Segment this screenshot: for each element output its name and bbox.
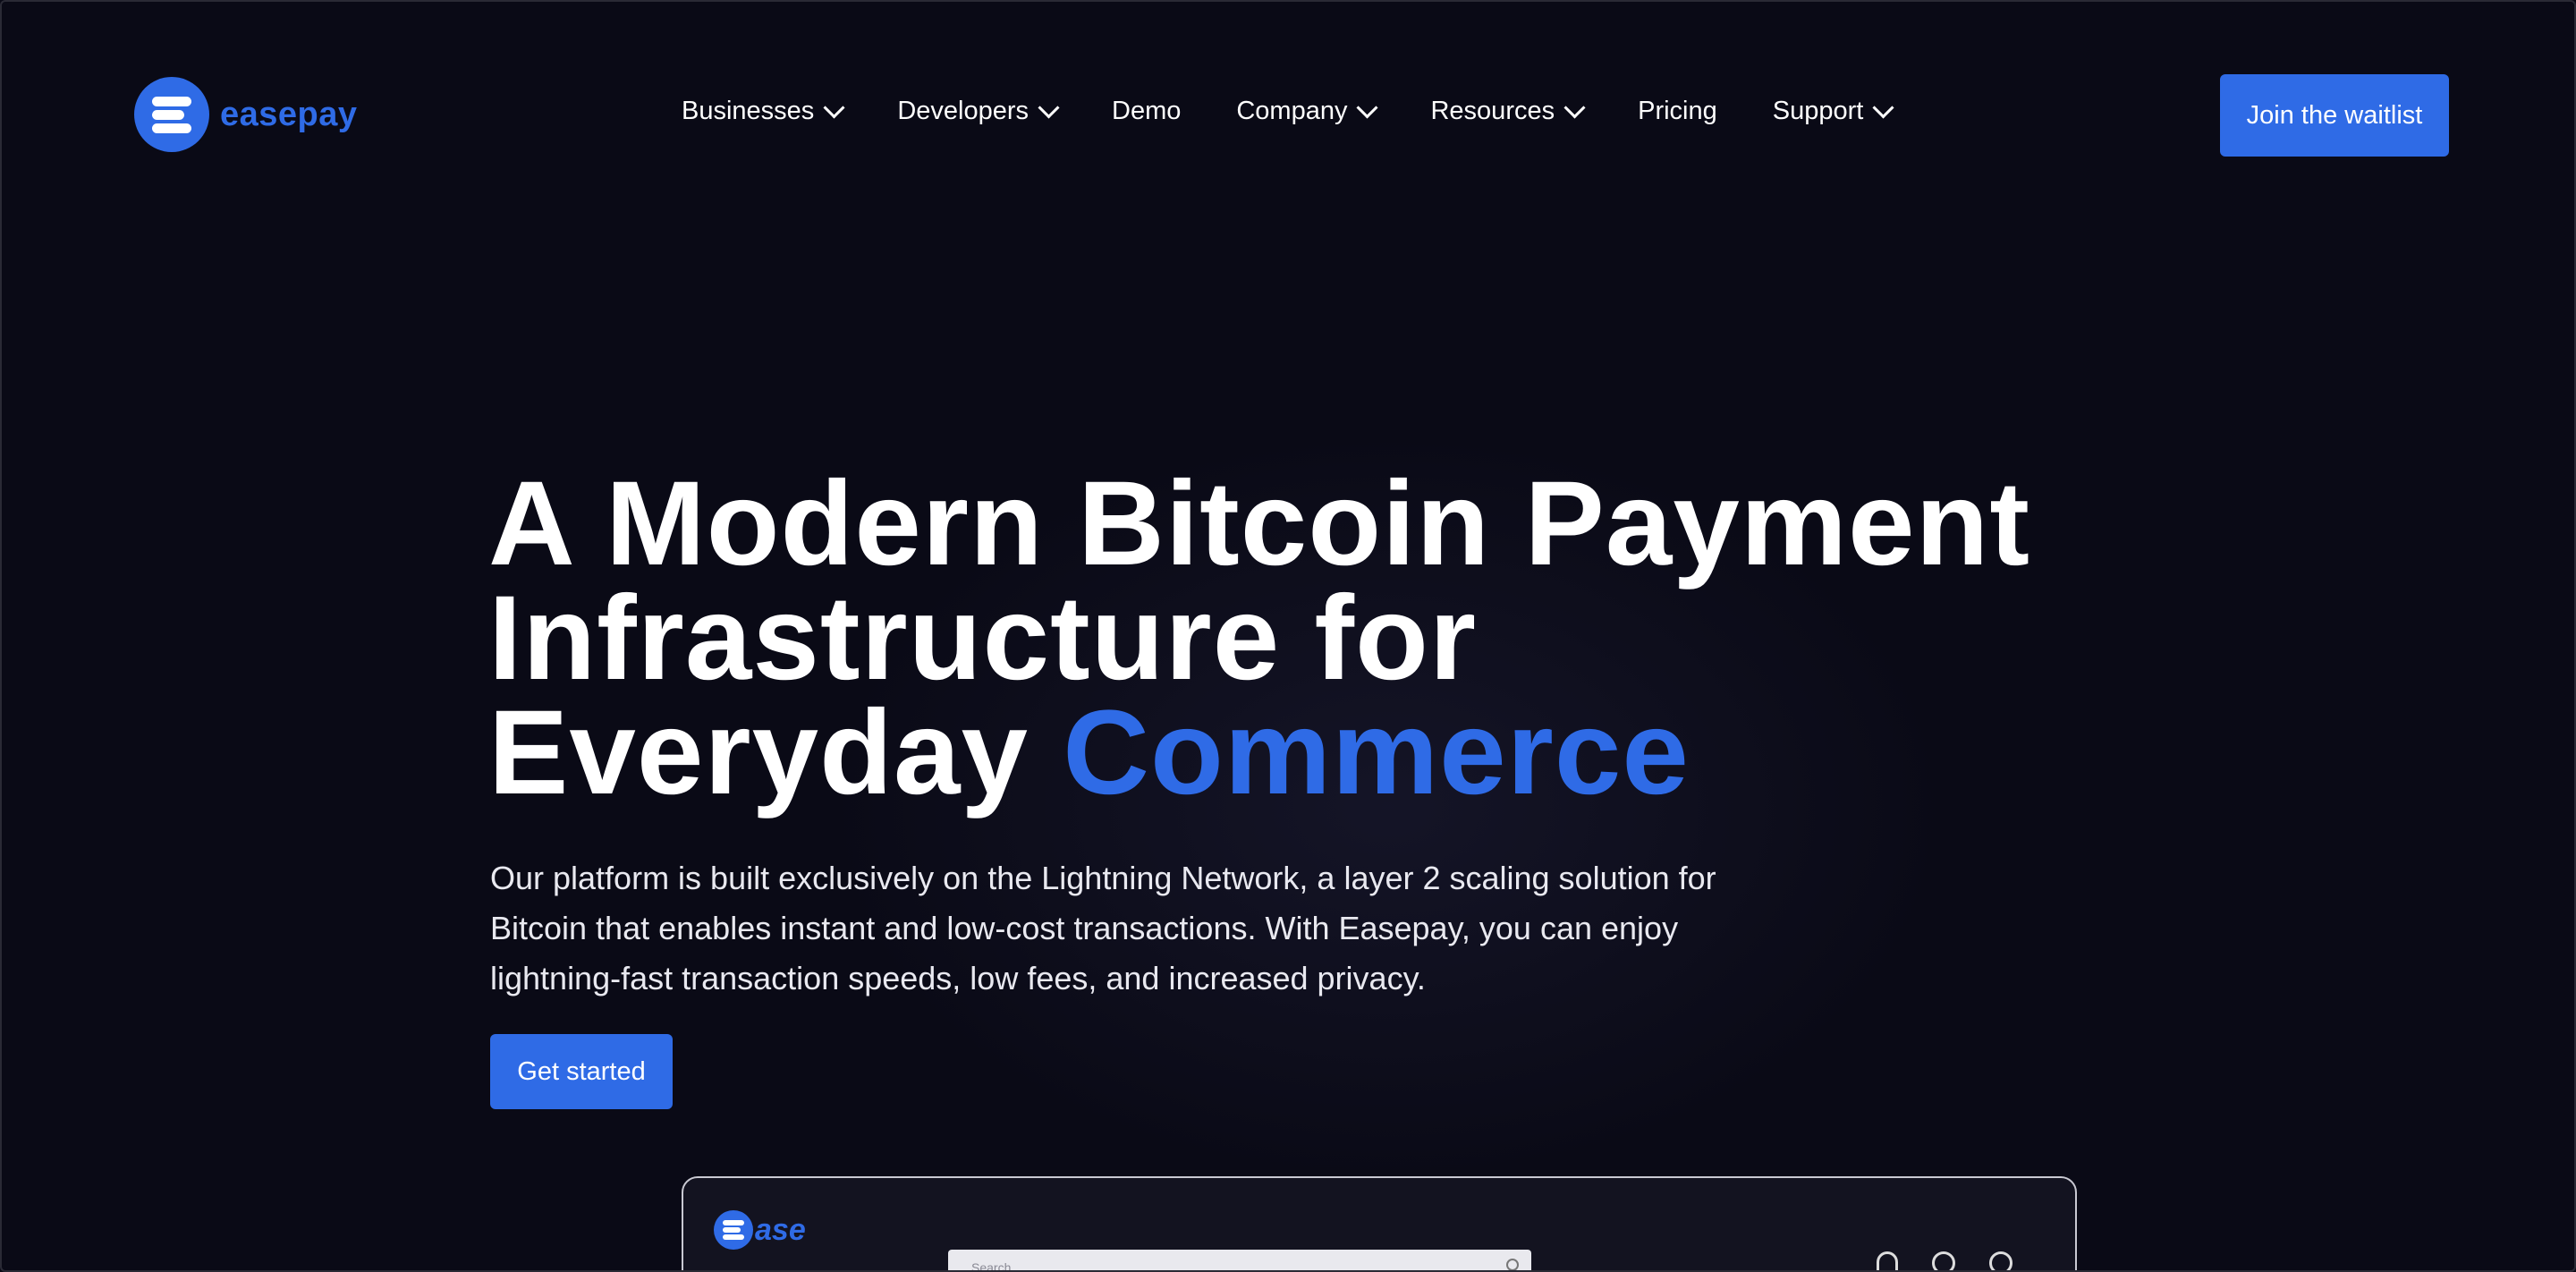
preview-search-placeholder: Search: [971, 1260, 1012, 1272]
nav-item-label: Support: [1772, 97, 1864, 125]
search-icon: [1506, 1259, 1519, 1270]
preview-logo-text: ase: [755, 1212, 806, 1247]
nav-item-label: Developers: [897, 97, 1029, 125]
main-nav: Businesses Developers Demo Company Resou…: [682, 97, 1946, 126]
chevron-down-icon: [1563, 97, 1586, 119]
preview-logo: ase: [714, 1210, 806, 1250]
hero-title: A Modern Bitcoin Payment Infrastructure …: [488, 464, 2188, 813]
easepay-logo-icon: [714, 1210, 753, 1250]
nav-item-label: Businesses: [682, 97, 815, 125]
nav-item-pricing[interactable]: Pricing: [1638, 97, 1717, 126]
brand-logo[interactable]: easepay: [134, 77, 358, 152]
help-icon[interactable]: [1932, 1251, 1955, 1270]
preview-search-input[interactable]: Search: [948, 1250, 1531, 1272]
hero-title-line-3: Everyday: [488, 686, 1029, 819]
nav-item-label: Company: [1236, 97, 1348, 125]
page-frame: easepay Businesses Developers Demo Compa…: [0, 0, 2576, 1272]
dashboard-preview: ase Search: [682, 1176, 2077, 1272]
nav-item-label: Pricing: [1638, 97, 1717, 125]
nav-item-demo[interactable]: Demo: [1112, 97, 1181, 126]
nav-item-support[interactable]: Support: [1772, 97, 1894, 126]
bell-icon[interactable]: [1877, 1251, 1898, 1270]
easepay-logo-icon: [134, 77, 209, 152]
user-icon[interactable]: [1989, 1251, 2012, 1270]
brand-name: easepay: [220, 95, 358, 133]
get-started-button[interactable]: Get started: [490, 1034, 673, 1109]
hero-title-line-2: Infrastructure for: [488, 572, 1478, 705]
hero-title-line-1: A Modern Bitcoin Payment: [488, 457, 2030, 590]
hero-description: Our platform is built exclusively on the…: [490, 860, 1716, 996]
chevron-down-icon: [1356, 97, 1379, 119]
chevron-down-icon: [1038, 97, 1060, 119]
nav-item-resources[interactable]: Resources: [1430, 97, 1586, 126]
nav-item-developers[interactable]: Developers: [897, 97, 1060, 126]
join-waitlist-button[interactable]: Join the waitlist: [2220, 74, 2449, 157]
nav-item-label: Demo: [1112, 97, 1182, 125]
hero-title-accent: Commerce: [1063, 686, 1690, 819]
chevron-down-icon: [1872, 97, 1894, 119]
preview-header-icons: [1877, 1251, 2012, 1270]
nav-item-company[interactable]: Company: [1236, 97, 1379, 126]
chevron-down-icon: [823, 97, 845, 119]
nav-item-label: Resources: [1430, 97, 1555, 125]
nav-item-businesses[interactable]: Businesses: [682, 97, 845, 126]
